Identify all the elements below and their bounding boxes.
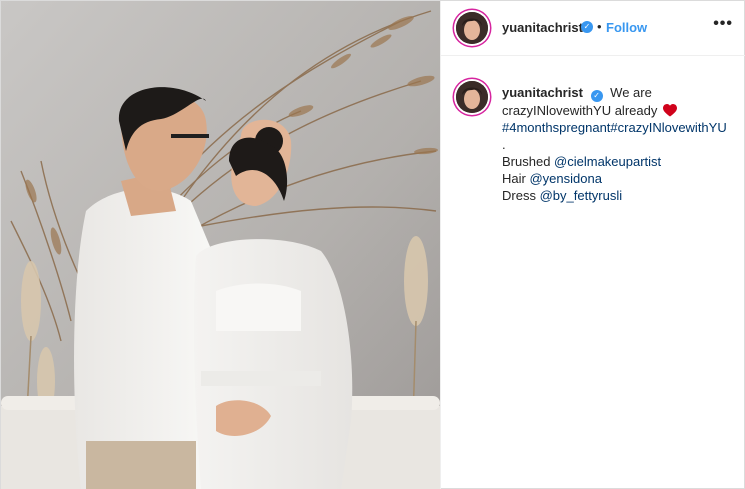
avatar-image (456, 12, 488, 44)
caption-avatar[interactable] (456, 81, 488, 113)
more-options-icon[interactable]: ••• (713, 15, 733, 33)
verified-badge-icon: ✓ (590, 90, 603, 102)
caption-text: yuanitachrist ✓ We are crazyINlovewithYU… (502, 84, 732, 204)
post-header: yuanitachrist ✓ • Follow ••• (441, 1, 745, 56)
caption-username[interactable]: yuanitachrist (502, 85, 583, 100)
caption-text-2: crazyINlovewithYU already (502, 103, 658, 118)
caption-dot: . (502, 137, 506, 152)
username[interactable]: yuanitachrist (502, 20, 583, 35)
hashtag-link[interactable]: #4monthspregnant#crazyINlovewithYU (502, 119, 732, 136)
mention-link[interactable]: @by_fettyrusli (540, 188, 623, 203)
mention-link[interactable]: @yensidona (529, 171, 601, 186)
credit-brushed: Brushed @cielmakeupartist (502, 153, 732, 170)
heart-icon (662, 104, 677, 117)
mention-link[interactable]: @cielmakeupartist (554, 154, 661, 169)
avatar[interactable] (456, 12, 488, 44)
credit-label: Hair (502, 171, 526, 186)
post-photo[interactable] (1, 1, 440, 489)
follow-button[interactable]: Follow (606, 20, 647, 35)
instagram-post: yuanitachrist ✓ • Follow ••• yuanitachri… (0, 0, 745, 489)
credit-label: Brushed (502, 154, 551, 169)
caption-text-1: We are (610, 85, 652, 100)
credit-label: Dress (502, 188, 536, 203)
avatar-image (456, 81, 488, 113)
post-side-panel: yuanitachrist ✓ • Follow ••• yuanitachri… (440, 1, 745, 489)
separator-dot: • (597, 19, 602, 34)
credit-dress: Dress @by_fettyrusli (502, 187, 732, 204)
verified-badge-icon: ✓ (581, 21, 593, 33)
credit-hair: Hair @yensidona (502, 170, 732, 187)
couple-photo-image (1, 1, 440, 489)
